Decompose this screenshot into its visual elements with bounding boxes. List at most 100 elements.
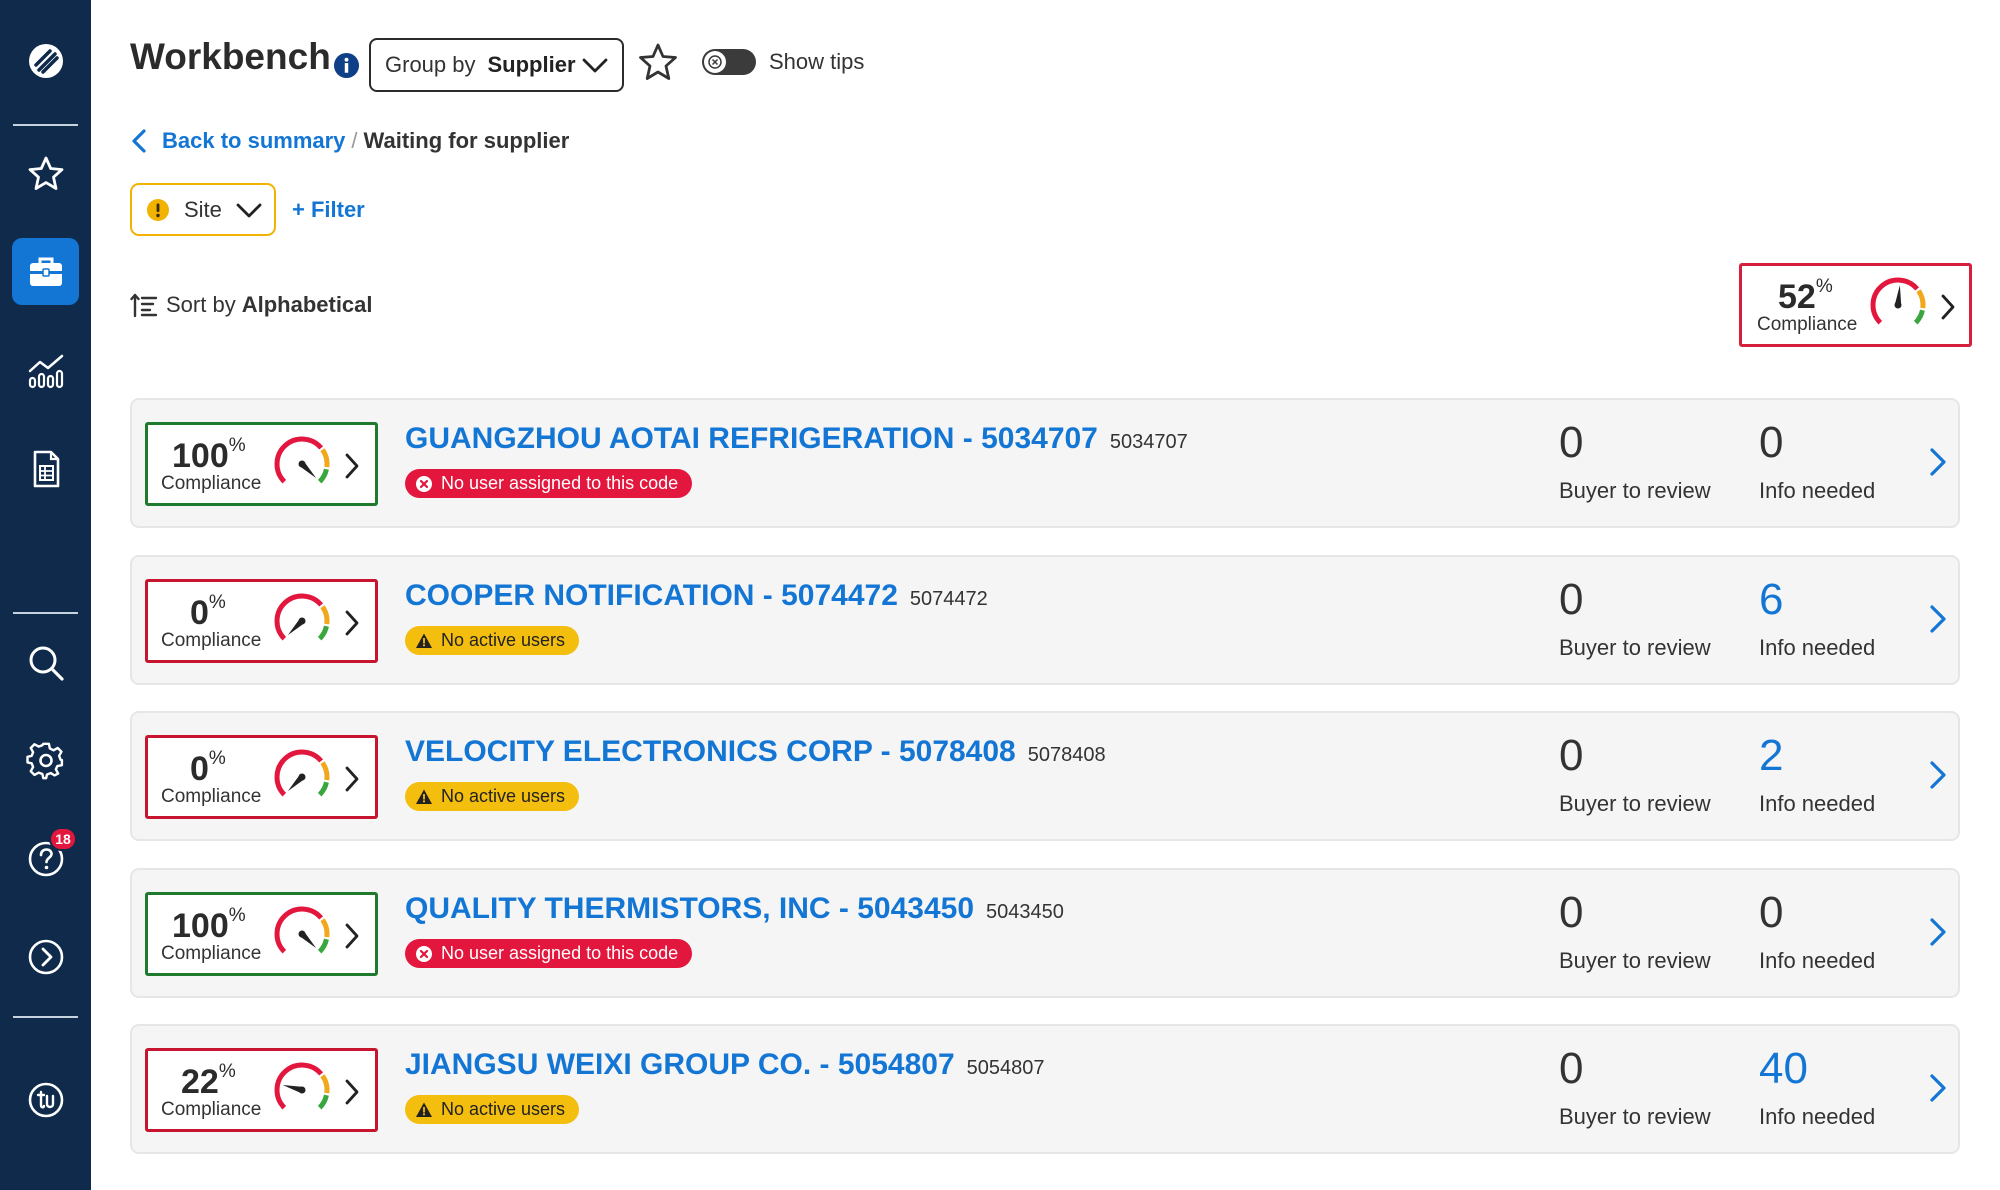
chevron-right-icon[interactable] <box>1927 1071 1949 1105</box>
info-needed-metric: 40 Info needed <box>1759 1044 1875 1130</box>
info-icon[interactable] <box>333 52 360 79</box>
status-badge-text: No active users <box>441 786 566 806</box>
sidebar-divider <box>13 1016 78 1018</box>
chevron-left-icon <box>132 129 146 153</box>
status-badge-text: No active users <box>441 1099 566 1119</box>
info-needed-metric: 2 Info needed <box>1759 731 1875 817</box>
breadcrumb-separator: / <box>351 128 358 153</box>
site-filter-dropdown[interactable]: Site <box>130 183 276 236</box>
compliance-box[interactable]: 0% Compliance <box>145 579 378 663</box>
compliance-label: Compliance <box>161 786 262 807</box>
chevron-right-icon[interactable] <box>1927 445 1949 479</box>
supplier-name-link[interactable]: VELOCITY ELECTRONICS CORP - 5078408 50784… <box>405 735 1106 769</box>
supplier-card[interactable]: 22% Compliance JIANGSU WEIXI GROUP CO. -… <box>130 1024 1960 1154</box>
supplier-card[interactable]: 0% Compliance COOPER NOTIFICATION - 5074… <box>130 555 1960 685</box>
chevron-right-icon <box>1941 294 1955 320</box>
compliance-percent: 100% <box>172 435 246 476</box>
buyer-to-review-metric: 0 Buyer to review <box>1559 575 1711 661</box>
sidebar-item-search[interactable] <box>12 629 79 696</box>
warning-triangle-icon <box>416 789 432 804</box>
site-filter-label: Site <box>184 196 222 222</box>
supplier-card[interactable]: 0% Compliance VELOCITY ELECTRONICS CORP … <box>130 711 1960 841</box>
supplier-name: COOPER NOTIFICATION - 5074472 <box>405 579 898 612</box>
supplier-code: 5074472 <box>909 588 988 610</box>
supplier-name-link[interactable]: QUALITY THERMISTORS, INC - 5043450 504345… <box>405 892 1064 926</box>
overall-percent-value: 52 <box>1778 278 1816 316</box>
info-needed-metric: 0 Info needed <box>1759 418 1875 504</box>
compliance-label: Compliance <box>161 630 262 651</box>
warning-triangle-icon <box>416 1102 432 1117</box>
warning-icon <box>147 198 169 221</box>
info-needed-label: Info needed <box>1759 948 1876 973</box>
supplier-name-link[interactable]: JIANGSU WEIXI GROUP CO. - 5054807 5054807 <box>405 1048 1045 1082</box>
status-badge: No active users <box>405 626 580 655</box>
compliance-percent-value: 0 <box>190 750 209 788</box>
info-needed-label: Info needed <box>1759 791 1876 816</box>
chevron-right-icon <box>345 923 359 949</box>
sidebar: 18 <box>0 0 91 1190</box>
group-by-select[interactable]: Group by Supplier <box>369 38 624 92</box>
warning-triangle-icon <box>416 633 432 648</box>
supplier-card[interactable]: 100% Compliance QUALITY THERMISTORS, INC… <box>130 868 1960 998</box>
supplier-name-link[interactable]: COOPER NOTIFICATION - 5074472 5074472 <box>405 579 988 613</box>
group-by-value: Supplier <box>487 52 576 77</box>
info-needed-count: 0 <box>1759 888 1784 937</box>
supplier-name-link[interactable]: GUANGZHOU AOTAI REFRIGERATION - 5034707 5… <box>405 422 1188 456</box>
percent-sign: % <box>228 905 246 926</box>
compliance-box[interactable]: 0% Compliance <box>145 735 378 819</box>
overall-compliance-button[interactable]: 52% Compliance <box>1739 263 1972 347</box>
buyer-to-review-label: Buyer to review <box>1559 635 1711 660</box>
star-icon <box>28 156 63 190</box>
percent-sign: % <box>218 1061 236 1082</box>
sidebar-expand-button[interactable] <box>12 923 79 990</box>
close-icon <box>708 55 722 69</box>
sidebar-item-workbench[interactable] <box>12 238 79 305</box>
supplier-code: 5078408 <box>1027 744 1106 766</box>
sort-control[interactable]: Sort by Alphabetical <box>130 292 373 318</box>
compliance-box[interactable]: 100% Compliance <box>145 892 378 976</box>
logo-button[interactable] <box>12 27 79 94</box>
compliance-label: Compliance <box>161 1099 262 1120</box>
sort-icon <box>130 293 158 318</box>
account-icon <box>28 1082 63 1117</box>
buyer-to-review-count: 0 <box>1559 575 1584 624</box>
sidebar-item-settings[interactable] <box>12 727 79 794</box>
chevron-right-icon[interactable] <box>1927 758 1949 792</box>
sidebar-item-account[interactable] <box>12 1066 79 1133</box>
percent-sign: % <box>228 435 246 456</box>
gauge-icon <box>274 749 330 797</box>
gauge-icon <box>274 593 330 641</box>
compliance-label: Compliance <box>161 943 262 964</box>
buyer-to-review-label: Buyer to review <box>1559 1104 1711 1129</box>
status-badge-text: No user assigned to this code <box>441 943 679 963</box>
chevron-right-icon[interactable] <box>1927 915 1949 949</box>
sidebar-item-reports[interactable] <box>12 435 79 502</box>
logo-icon <box>28 43 63 78</box>
info-needed-count: 2 <box>1759 731 1784 780</box>
expand-icon <box>28 939 63 974</box>
info-needed-label: Info needed <box>1759 1104 1876 1129</box>
buyer-to-review-metric: 0 Buyer to review <box>1559 888 1711 974</box>
show-tips-toggle[interactable] <box>702 49 756 75</box>
chart-icon <box>28 354 63 388</box>
supplier-code: 5034707 <box>1109 431 1188 453</box>
overall-compliance-label: Compliance <box>1757 314 1858 335</box>
compliance-box[interactable]: 22% Compliance <box>145 1048 378 1132</box>
sidebar-item-analytics[interactable] <box>12 337 79 404</box>
add-filter-button[interactable]: + Filter <box>292 197 365 223</box>
info-needed-metric: 6 Info needed <box>1759 575 1875 661</box>
supplier-card[interactable]: 100% Compliance GUANGZHOU AOTAI REFRIGER… <box>130 398 1960 528</box>
percent-sign: % <box>1815 276 1833 297</box>
gauge-icon <box>274 1062 330 1110</box>
info-needed-label: Info needed <box>1759 635 1876 660</box>
chevron-right-icon[interactable] <box>1927 602 1949 636</box>
sidebar-item-favorites[interactable] <box>12 140 79 207</box>
breadcrumb-current: Waiting for supplier <box>363 128 570 153</box>
favorite-star-icon[interactable] <box>637 42 679 84</box>
back-to-summary-link[interactable]: Back to summary <box>130 128 345 154</box>
gauge-icon <box>274 436 330 484</box>
sort-label: Sort by <box>166 292 236 317</box>
supplier-name: GUANGZHOU AOTAI REFRIGERATION - 5034707 <box>405 422 1098 455</box>
compliance-box[interactable]: 100% Compliance <box>145 422 378 506</box>
buyer-to-review-label: Buyer to review <box>1559 478 1711 503</box>
